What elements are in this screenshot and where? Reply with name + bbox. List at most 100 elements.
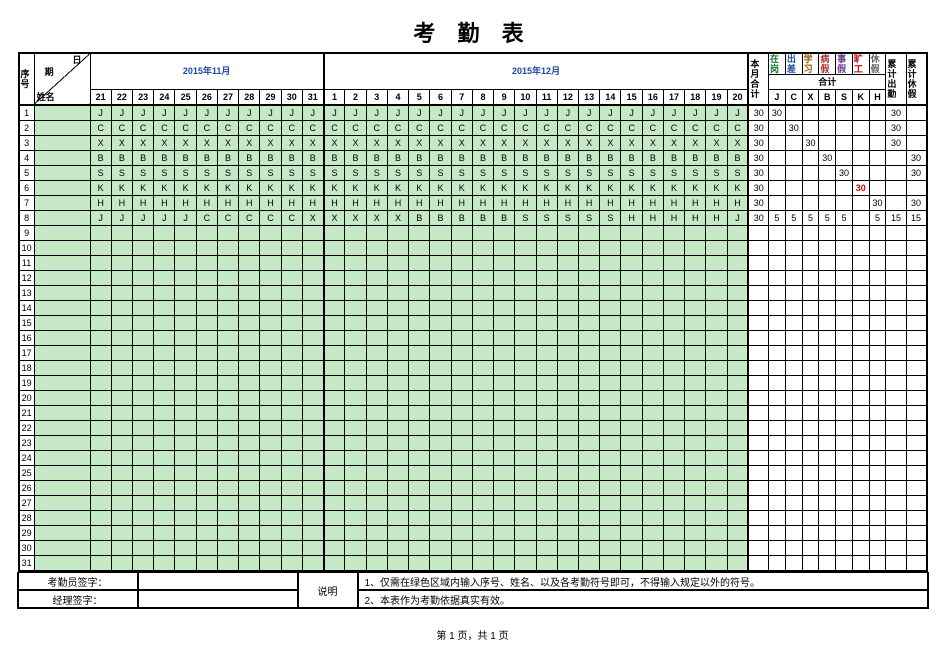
mark-cell[interactable]: J — [727, 105, 748, 121]
mark-cell[interactable]: B — [430, 151, 451, 166]
mark-cell[interactable] — [600, 331, 621, 346]
mark-cell[interactable] — [217, 481, 238, 496]
mark-cell[interactable] — [579, 421, 600, 436]
mark-cell[interactable] — [430, 271, 451, 286]
seq-cell[interactable]: 17 — [19, 346, 35, 361]
mark-cell[interactable] — [663, 241, 684, 256]
mark-cell[interactable]: S — [515, 166, 536, 181]
mark-cell[interactable]: J — [133, 105, 154, 121]
mark-cell[interactable] — [175, 511, 196, 526]
mark-cell[interactable] — [663, 436, 684, 451]
mark-cell[interactable] — [387, 526, 408, 541]
mark-cell[interactable] — [154, 301, 175, 316]
name-cell[interactable] — [34, 196, 90, 211]
mark-cell[interactable]: B — [345, 151, 366, 166]
mark-cell[interactable] — [217, 301, 238, 316]
mark-cell[interactable] — [515, 496, 536, 511]
mark-cell[interactable]: K — [111, 181, 132, 196]
mark-cell[interactable] — [366, 511, 387, 526]
mark-cell[interactable] — [451, 436, 472, 451]
mark-cell[interactable]: B — [366, 151, 387, 166]
mark-cell[interactable] — [621, 541, 642, 556]
mark-cell[interactable]: H — [239, 196, 260, 211]
mark-cell[interactable] — [430, 241, 451, 256]
mark-cell[interactable]: S — [90, 166, 111, 181]
mark-cell[interactable] — [706, 481, 727, 496]
mark-cell[interactable] — [324, 376, 345, 391]
mark-cell[interactable] — [430, 391, 451, 406]
mark-cell[interactable] — [324, 316, 345, 331]
mark-cell[interactable] — [281, 286, 302, 301]
mark-cell[interactable] — [451, 376, 472, 391]
mark-cell[interactable] — [579, 346, 600, 361]
mark-cell[interactable] — [217, 421, 238, 436]
seq-cell[interactable]: 18 — [19, 361, 35, 376]
mark-cell[interactable]: C — [515, 121, 536, 136]
mark-cell[interactable] — [196, 481, 217, 496]
mark-cell[interactable]: K — [217, 181, 238, 196]
name-cell[interactable] — [34, 331, 90, 346]
mark-cell[interactable]: J — [706, 105, 727, 121]
mark-cell[interactable] — [281, 541, 302, 556]
mark-cell[interactable]: B — [387, 151, 408, 166]
mark-cell[interactable] — [345, 376, 366, 391]
mark-cell[interactable]: J — [621, 105, 642, 121]
mark-cell[interactable] — [451, 346, 472, 361]
mark-cell[interactable]: C — [706, 121, 727, 136]
mark-cell[interactable]: C — [579, 121, 600, 136]
mark-cell[interactable] — [536, 286, 557, 301]
mark-cell[interactable] — [706, 316, 727, 331]
mark-cell[interactable] — [239, 361, 260, 376]
mark-cell[interactable] — [196, 526, 217, 541]
mark-cell[interactable] — [345, 286, 366, 301]
mark-cell[interactable]: C — [430, 121, 451, 136]
mark-cell[interactable] — [111, 511, 132, 526]
mark-cell[interactable]: B — [196, 151, 217, 166]
name-cell[interactable] — [34, 481, 90, 496]
mark-cell[interactable] — [90, 556, 111, 572]
mark-cell[interactable]: H — [663, 211, 684, 226]
mark-cell[interactable]: B — [111, 151, 132, 166]
mark-cell[interactable]: K — [579, 181, 600, 196]
mark-cell[interactable]: J — [663, 105, 684, 121]
name-cell[interactable] — [34, 451, 90, 466]
mark-cell[interactable] — [409, 541, 430, 556]
mark-cell[interactable] — [345, 406, 366, 421]
mark-cell[interactable] — [642, 241, 663, 256]
mark-cell[interactable] — [430, 481, 451, 496]
mark-cell[interactable]: B — [621, 151, 642, 166]
mark-cell[interactable] — [685, 541, 706, 556]
mark-cell[interactable]: H — [175, 196, 196, 211]
name-cell[interactable] — [34, 301, 90, 316]
mark-cell[interactable] — [557, 391, 578, 406]
mark-cell[interactable] — [472, 316, 493, 331]
mark-cell[interactable]: S — [685, 166, 706, 181]
mark-cell[interactable]: H — [472, 196, 493, 211]
mark-cell[interactable] — [600, 391, 621, 406]
mark-cell[interactable] — [451, 451, 472, 466]
mark-cell[interactable] — [494, 406, 515, 421]
mark-cell[interactable] — [217, 241, 238, 256]
mark-cell[interactable] — [387, 511, 408, 526]
mark-cell[interactable]: J — [494, 105, 515, 121]
seq-cell[interactable]: 30 — [19, 541, 35, 556]
mark-cell[interactable]: J — [133, 211, 154, 226]
mark-cell[interactable] — [430, 226, 451, 241]
mark-cell[interactable] — [260, 226, 281, 241]
mark-cell[interactable] — [515, 436, 536, 451]
mark-cell[interactable] — [727, 361, 748, 376]
mark-cell[interactable] — [621, 421, 642, 436]
mark-cell[interactable] — [600, 496, 621, 511]
mark-cell[interactable] — [515, 451, 536, 466]
mark-cell[interactable]: K — [685, 181, 706, 196]
mark-cell[interactable] — [494, 436, 515, 451]
mark-cell[interactable] — [239, 346, 260, 361]
mark-cell[interactable] — [154, 286, 175, 301]
mark-cell[interactable] — [133, 526, 154, 541]
mark-cell[interactable] — [727, 436, 748, 451]
mark-cell[interactable] — [281, 361, 302, 376]
mark-cell[interactable] — [557, 376, 578, 391]
mark-cell[interactable] — [536, 421, 557, 436]
mark-cell[interactable]: C — [727, 121, 748, 136]
mark-cell[interactable] — [642, 421, 663, 436]
